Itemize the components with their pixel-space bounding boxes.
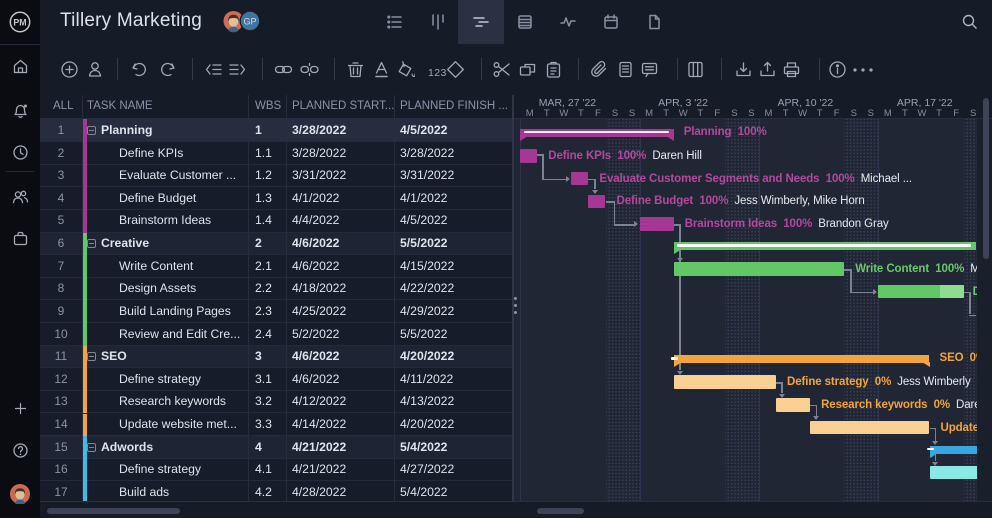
svg-text:GP: GP [243,17,256,27]
svg-text:PM: PM [13,18,26,28]
